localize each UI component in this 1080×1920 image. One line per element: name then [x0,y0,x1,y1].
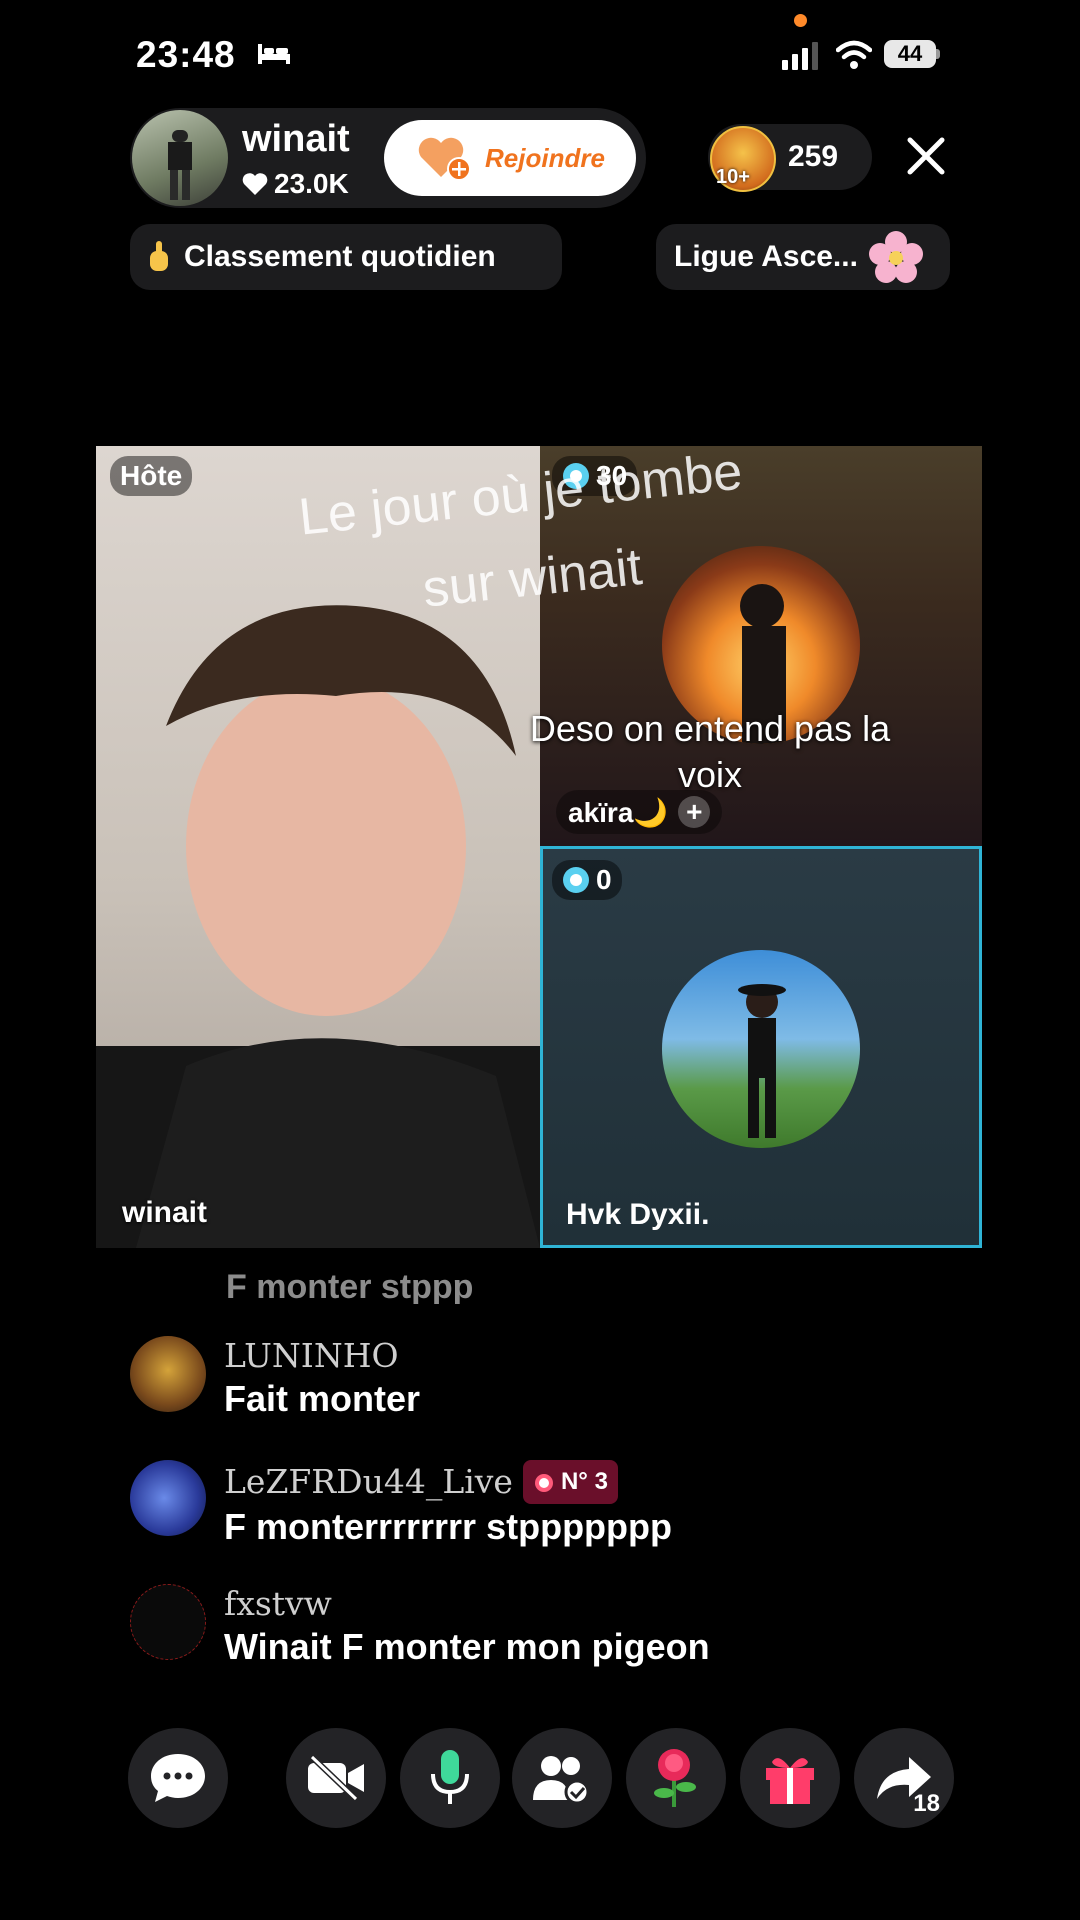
rose-gift-button[interactable] [626,1728,726,1828]
daily-ranking-pill[interactable]: Classement quotidien [130,224,562,290]
share-count: 18 [913,1790,940,1817]
guest2-name: Hvk Dyxii. [566,1198,710,1231]
rank-badge: N° 3 [522,1460,618,1504]
rose-icon [654,1749,696,1807]
heart-icon [242,173,268,195]
top-viewer-badge: 10+ [716,166,750,188]
comment-avatar[interactable] [130,1460,206,1536]
comment-item: LUNINHO Fait monter [130,1336,420,1422]
comment-avatar[interactable] [130,1336,206,1412]
comment-user-row: LeZFRDu44_Live N° 3 [224,1460,672,1504]
rank-badge-label: N° 3 [560,1468,608,1495]
status-time: 23:48 [136,34,236,75]
camera-off-button[interactable] [286,1728,386,1828]
league-pill[interactable]: Ligue Asce... [656,224,950,290]
close-icon[interactable] [902,132,950,180]
comment-username[interactable]: LUNINHO [224,1336,420,1376]
comment-item: LeZFRDu44_Live N° 3 F monterrrrrrrr stpp… [130,1460,672,1550]
comment-button[interactable] [128,1728,228,1828]
camera-off-icon [308,1755,364,1801]
wifi-icon [836,40,872,69]
microphone-icon [431,1750,469,1804]
gift-button[interactable] [740,1728,840,1828]
comment-text: F monterrrrrrrr stppppppp [224,1506,673,1547]
guest2-score-value: 0 [596,864,612,895]
comment-username[interactable]: LeZFRDu44_Live [224,1462,513,1502]
microphone-button[interactable] [400,1728,500,1828]
host-tag: Hôte [110,456,193,496]
host-likes-count: 23.0K [274,168,349,199]
battery-cap [936,49,940,59]
cellular-signal-icon [782,42,818,70]
hand-icon [150,241,168,271]
alarm-clock-icon [534,1474,553,1492]
comment-text: Fait monter [224,1378,421,1419]
host-likes: 23.0K [242,168,349,200]
follow-plus-icon[interactable]: + [678,796,711,828]
gem-icon [563,867,589,893]
battery-indicator: 44 [884,40,936,68]
join-button[interactable]: Rejoindre [384,120,636,196]
host-avatar[interactable] [132,110,228,206]
flower-icon [868,231,923,283]
comment-text: Winait F monter mon pigeon [224,1626,710,1667]
overlay-caption-guest: Deso on entend pas la voix [529,708,891,795]
share-button[interactable]: 18 [854,1728,954,1828]
host-tile-name: winait [122,1196,208,1229]
heart-plus-icon [418,137,472,181]
viewer-count: 259 [788,140,839,173]
league-label: Ligue Asce... [674,240,858,273]
chat-bubble-icon [151,1754,205,1802]
guest2-avatar [662,950,860,1148]
join-label: Rejoindre [485,142,605,173]
privacy-indicator-dot [794,14,807,27]
gift-icon [766,1758,814,1804]
host-name: winait [242,118,350,160]
guests-icon [533,1756,590,1804]
bed-icon [258,44,290,64]
daily-ranking-label: Classement quotidien [184,240,496,273]
guest2-score: 0 [552,860,622,900]
comment-avatar[interactable] [130,1584,206,1660]
guests-button[interactable] [512,1728,612,1828]
comment-username[interactable]: fxstvw [224,1584,710,1624]
comment-faded: F monter stppp [226,1268,474,1304]
comment-item: fxstvw Winait F monter mon pigeon [130,1584,710,1670]
guest1-name: akïra🌙 [568,796,669,828]
